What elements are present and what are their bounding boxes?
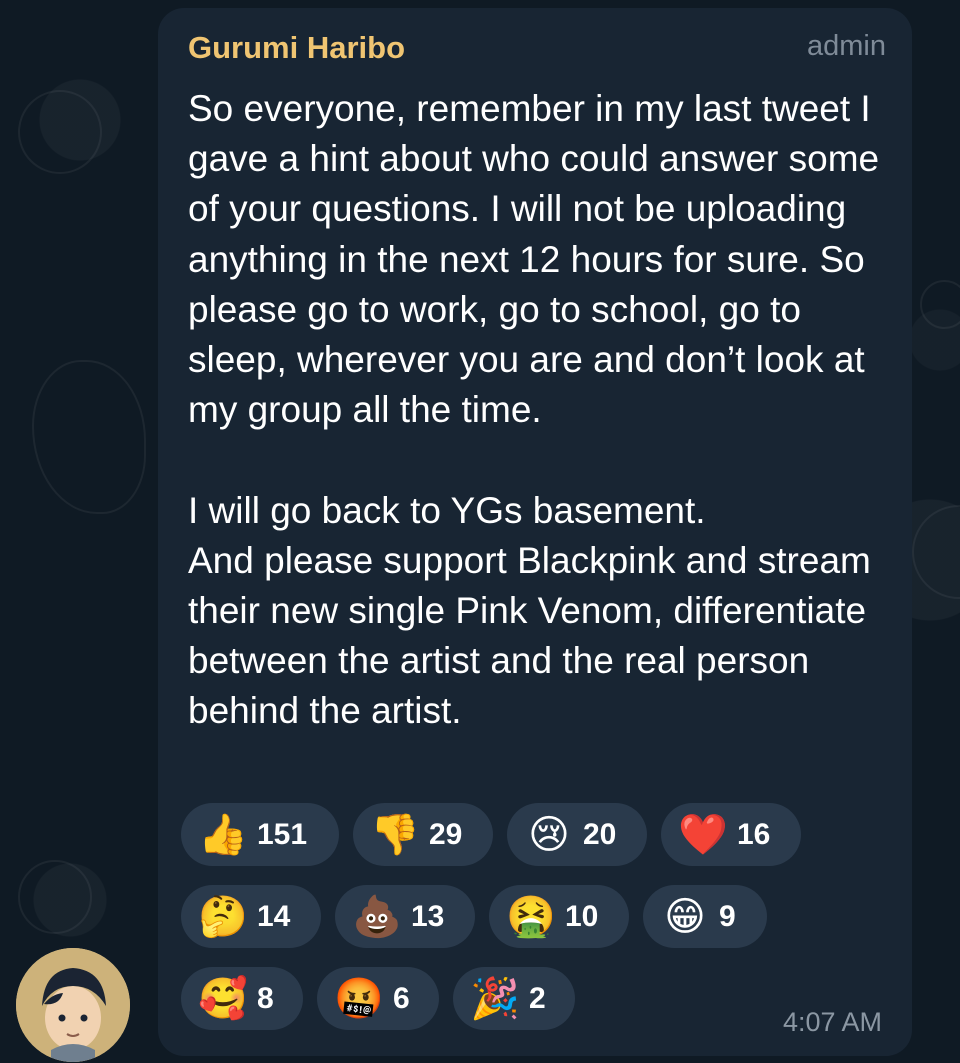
reaction-count: 9 — [719, 899, 736, 933]
reaction-count: 10 — [565, 899, 599, 933]
smiling-face-with-hearts-icon: 🥰 — [198, 976, 248, 1021]
chat-screen: Gurumi Haribo admin So everyone, remembe… — [0, 0, 960, 1063]
message-time: 4:07 AM — [782, 1007, 882, 1037]
reaction-thumbs-up[interactable]: 👍 151 — [181, 803, 339, 866]
reaction-thinking-face[interactable]: 🤔 14 — [181, 885, 321, 948]
reaction-count: 20 — [583, 817, 617, 851]
reaction-vomiting-face[interactable]: 🤮 10 — [489, 885, 629, 948]
party-popper-icon: 🎉 — [470, 976, 520, 1021]
reaction-count: 29 — [429, 817, 463, 851]
reaction-party-popper[interactable]: 🎉 2 — [453, 967, 575, 1030]
background-doodle-icon — [18, 860, 92, 934]
pile-of-poo-icon: 💩 — [352, 894, 402, 939]
admin-badge: admin — [807, 30, 886, 62]
sender-name[interactable]: Gurumi Haribo — [188, 30, 405, 66]
reaction-pile-of-poo[interactable]: 💩 13 — [335, 885, 475, 948]
avatar-illustration-icon — [16, 948, 130, 1062]
reaction-count: 6 — [393, 981, 410, 1015]
thinking-face-icon: 🤔 — [198, 894, 248, 939]
thumbs-up-icon: 👍 — [198, 812, 248, 857]
reaction-count: 151 — [257, 817, 308, 851]
reaction-red-heart[interactable]: ❤️ 16 — [661, 803, 801, 866]
reaction-count: 16 — [737, 817, 771, 851]
reaction-grinning-face[interactable]: 😁 9 — [643, 885, 767, 948]
message-bubble[interactable]: Gurumi Haribo admin So everyone, remembe… — [158, 8, 912, 1056]
background-doodle-icon — [32, 360, 146, 514]
vomiting-face-icon: 🤮 — [506, 894, 556, 939]
grinning-face-icon: 😁 — [664, 894, 706, 939]
reaction-count: 8 — [257, 981, 274, 1015]
reaction-row: 🤔 14 💩 13 🤮 10 😁 9 — [181, 885, 891, 948]
face-with-symbols-on-mouth-icon: 🤬 — [334, 976, 384, 1021]
reaction-smiling-face-with-hearts[interactable]: 🥰 8 — [181, 967, 303, 1030]
red-heart-icon: ❤️ — [678, 812, 728, 857]
reaction-face-with-symbols[interactable]: 🤬 6 — [317, 967, 439, 1030]
reaction-count: 2 — [529, 981, 546, 1015]
background-doodle-icon — [18, 90, 102, 174]
reaction-thumbs-down[interactable]: 👎 29 — [353, 803, 493, 866]
reaction-count: 13 — [411, 899, 445, 933]
background-doodle-icon — [912, 505, 960, 599]
crying-face-icon: 😢 — [528, 812, 570, 857]
reaction-row: 👍 151 👎 29 😢 20 ❤️ 16 — [181, 803, 891, 866]
background-doodle-icon — [920, 280, 960, 329]
message-text: So everyone, remember in my last tweet I… — [188, 88, 880, 732]
reaction-count: 14 — [257, 899, 291, 933]
sender-avatar[interactable] — [16, 948, 130, 1062]
reaction-crying-face[interactable]: 😢 20 — [507, 803, 647, 866]
thumbs-down-icon: 👎 — [370, 812, 420, 857]
